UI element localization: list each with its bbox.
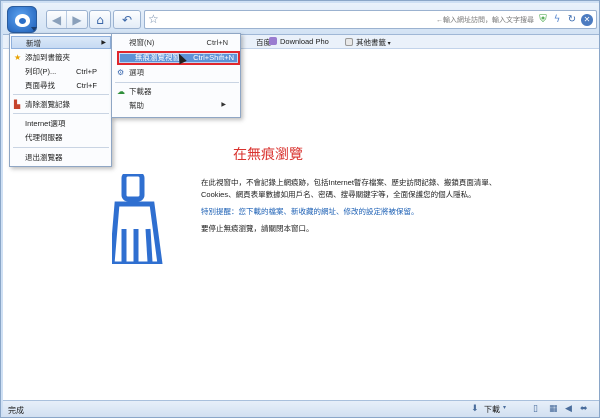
status-bar: 完成 ⬇ 下載 ▾ ▯ ▦ ◀ ⬌ xyxy=(3,400,599,417)
clear-history-icon: ▙ xyxy=(14,100,21,109)
menu-separator xyxy=(13,147,109,148)
main-menu: 新增 ▶ ★ 添加到書籤夾 列印(P)... Ctrl+P 頁面尋找 Ctrl+… xyxy=(9,33,112,167)
menu-item-clear-history[interactable]: ▙ 清除瀏覽記錄 xyxy=(11,98,111,111)
address-placeholder: ←輸入網址訪問，輸入文字搜尋 xyxy=(436,17,534,24)
undo-button[interactable]: ↶ xyxy=(113,10,141,29)
volume-icon[interactable]: ◀ xyxy=(565,404,572,414)
privacy-description: 在此視窗中，不會記錄上網痕跡，包括Internet暫存檔案、歷史訪問記錄、搬鎖頁… xyxy=(201,178,497,199)
address-bar[interactable]: ☆ ←輸入網址訪問，輸入文字搜尋 ⛨ ϟ ↻ ✕ xyxy=(144,10,597,29)
submenu-item-help[interactable]: 幫助 ▶ xyxy=(113,99,240,112)
gear-icon: ⚙ xyxy=(117,68,125,77)
close-icon[interactable]: ✕ xyxy=(581,14,593,26)
submenu-item-new-window[interactable]: 視窗(N) Ctrl+N xyxy=(113,36,240,49)
shield-icon[interactable]: ⛨ xyxy=(537,14,549,26)
menu-separator xyxy=(13,94,109,95)
bookmark-other[interactable]: 其他書籤 ▾ xyxy=(345,37,391,48)
star-icon[interactable]: ☆ xyxy=(148,12,159,26)
status-text: 完成 xyxy=(8,406,24,415)
menu-item-internet-options[interactable]: Internet選項 xyxy=(11,117,111,130)
submenu-item-options[interactable]: ⚙ 選項 xyxy=(113,66,240,79)
toolbar: ◀ ▶ ⌂ ↶ ☆ ←輸入網址訪問，輸入文字搜尋 ⛨ ϟ ↻ ✕ xyxy=(3,3,599,35)
chevron-down-icon xyxy=(31,27,37,31)
lightning-icon[interactable]: ϟ xyxy=(551,14,563,26)
menu-item-proxy[interactable]: 代理伺服器 xyxy=(11,131,111,144)
menu-item-exit[interactable]: 退出瀏覽器 xyxy=(11,151,111,164)
menu-separator xyxy=(13,113,109,114)
menu-separator xyxy=(115,82,239,83)
star-icon: ★ xyxy=(14,53,22,62)
back-button[interactable]: ◀ xyxy=(47,11,67,28)
special-notice-link[interactable]: 特別提醒：您下載的檔案、新收藏的網址、修改的設定將被保留。 xyxy=(201,206,501,218)
forward-arrow-icon: ▶ xyxy=(72,12,82,27)
chevron-down-icon[interactable]: ▾ xyxy=(503,404,506,411)
broom-icon xyxy=(112,174,163,264)
grid-icon[interactable]: ▦ xyxy=(549,404,558,414)
menu-item-add-bookmark[interactable]: ★ 添加到書籤夾 xyxy=(11,51,111,64)
back-arrow-icon: ◀ xyxy=(51,12,62,27)
download-icon[interactable]: ⬇ xyxy=(471,404,479,414)
bookmark-download-pho[interactable]: Download Pho xyxy=(269,37,329,46)
reload-icon[interactable]: ↻ xyxy=(566,14,578,26)
chevron-right-icon: ▶ xyxy=(101,40,106,46)
download-cloud-icon: ☁ xyxy=(117,87,125,96)
new-submenu: 視窗(N) Ctrl+N 無痕瀏覽視窗 Ctrl+Shift+N ⚙ 選項 ☁ … xyxy=(111,33,241,118)
stop-private-hint: 要停止無痕瀏覽，請關閉本窗口。 xyxy=(201,224,314,233)
browser-window: ◀ ▶ ⌂ ↶ ☆ ←輸入網址訪問，輸入文字搜尋 ⛨ ϟ ↻ ✕ 百度 Down… xyxy=(0,0,600,418)
home-icon: ⌂ xyxy=(96,12,104,27)
home-button[interactable]: ⌂ xyxy=(89,10,111,29)
page-title: 在無痕瀏覽 xyxy=(233,146,303,162)
download-button[interactable]: 下載 xyxy=(484,404,500,415)
menu-item-new[interactable]: 新增 ▶ xyxy=(11,36,111,49)
back-forward-group: ◀ ▶ xyxy=(46,10,88,29)
submenu-item-downloader[interactable]: ☁ 下載器 xyxy=(113,85,240,98)
folder-icon xyxy=(345,38,353,46)
undo-icon: ↶ xyxy=(121,12,133,27)
app-menu-button[interactable] xyxy=(7,6,37,33)
site-icon xyxy=(269,37,277,45)
chevron-right-icon: ▶ xyxy=(221,102,226,108)
zoom-icon[interactable]: ⬌ xyxy=(580,404,588,414)
menu-item-find[interactable]: 頁面尋找 Ctrl+F xyxy=(11,79,111,92)
menu-item-print[interactable]: 列印(P)... Ctrl+P xyxy=(11,65,111,78)
device-icon[interactable]: ▯ xyxy=(533,404,538,414)
forward-button[interactable]: ▶ xyxy=(67,11,87,28)
